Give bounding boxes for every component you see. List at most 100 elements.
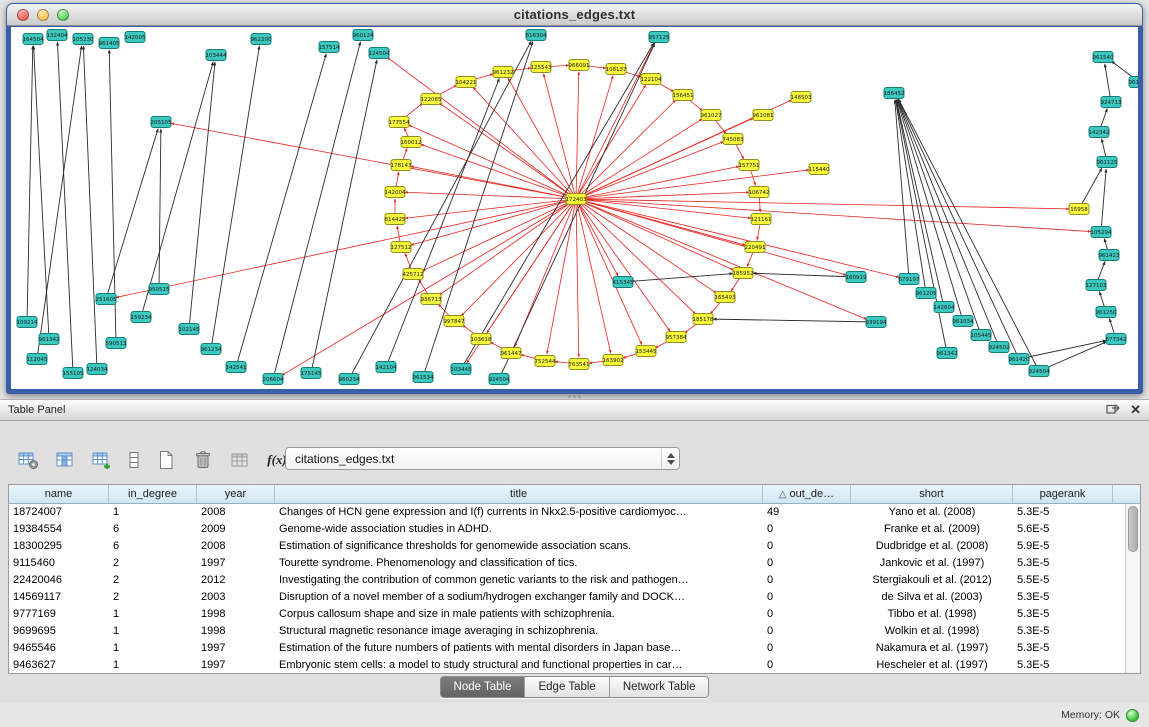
graph-node[interactable]: 102145: [179, 324, 200, 335]
graph-node[interactable]: 156451: [673, 90, 694, 101]
graph-node[interactable]: 142541: [226, 362, 247, 373]
close-panel-icon[interactable]: ✕: [1130, 403, 1141, 416]
close-window-button[interactable]: [17, 9, 29, 21]
graph-node[interactable]: 178143: [391, 160, 412, 171]
graph-node[interactable]: 163902: [603, 355, 624, 366]
table-row[interactable]: 1872400712008Changes of HCN gene express…: [9, 504, 1125, 521]
graph-node[interactable]: 961234: [201, 344, 222, 355]
graph-node[interactable]: 924713: [1101, 97, 1122, 108]
graph-node[interactable]: 752544: [535, 356, 556, 367]
graph-node[interactable]: 103618: [471, 334, 492, 345]
graph-node[interactable]: 105230: [73, 34, 94, 45]
table-row[interactable]: 911546021997Tourette syndrome. Phenomeno…: [9, 555, 1125, 572]
column-header-pagerank[interactable]: pagerank: [1013, 485, 1113, 503]
graph-node[interactable]: 112045: [27, 354, 48, 365]
graph-node[interactable]: 961405: [99, 38, 120, 49]
graph-node[interactable]: 950515: [149, 284, 170, 295]
graph-node[interactable]: 175145: [301, 368, 322, 379]
graph-node[interactable]: 997847: [444, 316, 465, 327]
table-row[interactable]: 946362711997Embryonic stem cells: a mode…: [9, 657, 1125, 673]
graph-node[interactable]: 148503: [791, 92, 812, 103]
graph-node[interactable]: 153445: [636, 346, 657, 357]
column-header-name[interactable]: name: [9, 485, 109, 503]
zoom-window-button[interactable]: [57, 9, 69, 21]
graph-node[interactable]: 155105: [63, 368, 84, 379]
graph-node[interactable]: 961027: [701, 110, 722, 121]
graph-node[interactable]: 142342: [1089, 127, 1110, 138]
graph-node[interactable]: 172403: [566, 194, 587, 205]
graph-node[interactable]: 127103: [1086, 280, 1107, 291]
graph-node[interactable]: 936713: [421, 294, 442, 305]
graph-node[interactable]: 425712: [403, 269, 424, 280]
graph-node[interactable]: 15958: [1069, 204, 1089, 215]
window-titlebar[interactable]: citations_edges.txt: [7, 4, 1142, 26]
graph-node[interactable]: 206604: [263, 374, 284, 385]
graph-node[interactable]: 763541: [569, 359, 590, 370]
graph-node[interactable]: 108137: [606, 64, 627, 75]
scrollbar-thumb[interactable]: [1128, 506, 1138, 552]
table-row[interactable]: 2242004622012Investigating the contribut…: [9, 572, 1125, 589]
graph-node[interactable]: 924502: [989, 342, 1010, 353]
graph-node[interactable]: 961205: [916, 288, 937, 299]
import-table-icon[interactable]: [226, 447, 254, 473]
graph-node[interactable]: 961125: [1097, 157, 1118, 168]
graph-node[interactable]: 186452: [884, 88, 905, 99]
graph-node[interactable]: 966091: [569, 60, 590, 71]
graph-node[interactable]: 132404: [47, 30, 68, 41]
graph-node[interactable]: 415345: [613, 277, 634, 288]
graph-node[interactable]: 142004: [385, 187, 406, 198]
graph-node[interactable]: 745083: [723, 134, 744, 145]
graph-node[interactable]: 165493: [715, 292, 736, 303]
delete-table-icon[interactable]: [189, 447, 217, 473]
graph-node[interactable]: 104221: [456, 77, 477, 88]
graph-node[interactable]: 185178: [693, 314, 714, 325]
graph-node[interactable]: 961423: [1099, 250, 1120, 261]
column-header-year[interactable]: year: [197, 485, 275, 503]
graph-node[interactable]: 220491: [745, 242, 766, 253]
graph-node[interactable]: 205105: [151, 117, 172, 128]
column-header-out_de[interactable]: △out_de…: [763, 485, 851, 503]
tab-node-table[interactable]: Node Table: [441, 677, 526, 697]
graph-node[interactable]: 127512: [391, 242, 412, 253]
graph-node[interactable]: 122065: [421, 94, 442, 105]
float-panel-icon[interactable]: [1106, 402, 1120, 416]
graph-node[interactable]: 105445: [971, 330, 992, 341]
graph-node[interactable]: 185952: [733, 268, 754, 279]
graph-node[interactable]: 177554: [389, 117, 410, 128]
graph-node[interactable]: 157751: [739, 160, 760, 171]
table-row[interactable]: 1456911722003Disruption of a novel membe…: [9, 589, 1125, 606]
graph-node[interactable]: 939194: [866, 317, 887, 328]
graph-node[interactable]: 142005: [125, 32, 146, 43]
show-columns-icon[interactable]: [51, 447, 79, 473]
network-canvas[interactable]: 1724031775541220651042219612321255439660…: [11, 27, 1138, 389]
graph-node[interactable]: 814425: [385, 214, 406, 225]
graph-node[interactable]: 159234: [131, 312, 152, 323]
graph-node[interactable]: 251605: [96, 294, 117, 305]
graph-node[interactable]: 124034: [87, 364, 108, 375]
graph-node[interactable]: 961420: [1009, 354, 1030, 365]
graph-node[interactable]: 115440: [809, 164, 830, 175]
graph-node[interactable]: 160012: [401, 137, 422, 148]
minimize-window-button[interactable]: [37, 9, 49, 21]
graph-node[interactable]: 957384: [666, 332, 687, 343]
row-form-icon[interactable]: [125, 447, 143, 473]
memory-status-indicator[interactable]: [1126, 709, 1139, 722]
graph-node[interactable]: 924504: [489, 374, 510, 385]
table-selector-dropdown[interactable]: citations_edges.txt: [285, 447, 680, 470]
tab-network-table[interactable]: Network Table: [610, 677, 709, 697]
column-header-in_degree[interactable]: in_degree: [109, 485, 197, 503]
graph-node[interactable]: 924504: [1029, 366, 1050, 377]
graph-node[interactable]: 125543: [531, 62, 552, 73]
new-table-icon[interactable]: [152, 447, 180, 473]
table-row[interactable]: 1830029562008Estimation of significance …: [9, 538, 1125, 555]
graph-node[interactable]: 961204: [1129, 77, 1139, 88]
graph-node[interactable]: 961540: [1093, 52, 1114, 63]
graph-node[interactable]: 961342: [39, 334, 60, 345]
table-vertical-scrollbar[interactable]: [1125, 504, 1140, 673]
graph-node[interactable]: 961250: [1096, 307, 1117, 318]
graph-node[interactable]: 142604: [934, 302, 955, 313]
edit-table-icon[interactable]: [88, 447, 116, 473]
column-header-title[interactable]: title: [275, 485, 763, 503]
graph-node[interactable]: 960124: [353, 30, 374, 41]
graph-node[interactable]: 961034: [953, 316, 974, 327]
